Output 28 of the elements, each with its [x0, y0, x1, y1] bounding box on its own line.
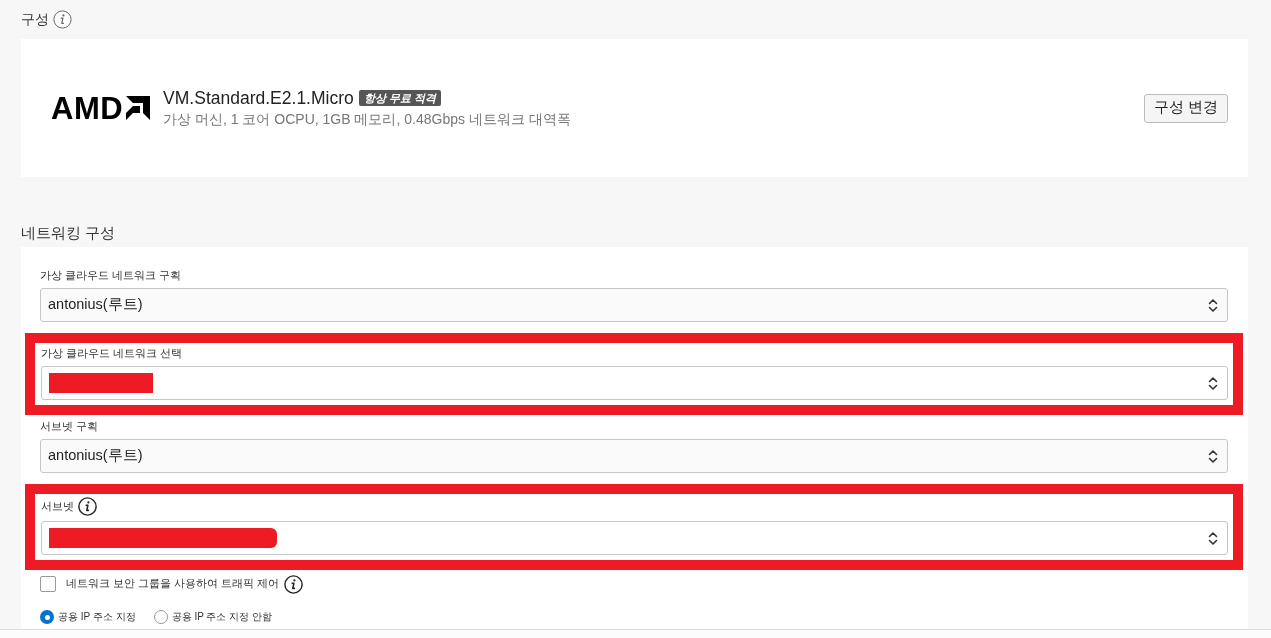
- field-label: 서브넷 구획: [40, 419, 98, 433]
- select-field[interactable]: [41, 366, 1228, 400]
- radio-button[interactable]: [153, 610, 168, 624]
- shape-name: VM.Standard.E2.1.Micro: [163, 87, 354, 109]
- select-field[interactable]: [41, 521, 1228, 555]
- info-icon[interactable]: [283, 574, 303, 594]
- select-field[interactable]: antonius(루트): [40, 439, 1228, 473]
- logo-text: AMD: [51, 92, 124, 124]
- info-icon[interactable]: [78, 496, 97, 516]
- updown-chevron-icon: [1208, 297, 1218, 313]
- checkbox-label: 네트워크 보안 그룹을 사용하여 트래픽 제어: [66, 576, 279, 592]
- radio-label: 공용 IP 주소 지정 안함: [171, 610, 272, 624]
- section-title: 네트워킹 구성: [21, 222, 116, 243]
- field-label: 서브넷: [41, 499, 74, 513]
- eligibility-badge: 항상 무료 적격: [358, 90, 441, 106]
- radio-label: 공용 IP 주소 지정: [58, 610, 136, 624]
- updown-chevron-icon: [1208, 448, 1218, 464]
- select-field[interactable]: antonius(루트): [40, 288, 1228, 322]
- field-label: 가상 클라우드 네트워크 구획: [40, 268, 181, 282]
- logo-arrow-icon: [126, 96, 151, 120]
- radio-button[interactable]: [40, 610, 54, 624]
- shape-details: 가상 머신, 1 코어 OCPU, 1GB 메모리, 0.48Gbps 네트워크 대역폭: [163, 110, 571, 129]
- checkbox[interactable]: [40, 576, 56, 592]
- updown-chevron-icon: [1208, 375, 1218, 391]
- field-label: 가상 클라우드 네트워크 선택: [41, 346, 182, 360]
- updown-chevron-icon: [1208, 530, 1218, 546]
- section-title: 구성: [21, 10, 49, 29]
- change-shape-button[interactable]: 구성 변경: [1143, 93, 1228, 123]
